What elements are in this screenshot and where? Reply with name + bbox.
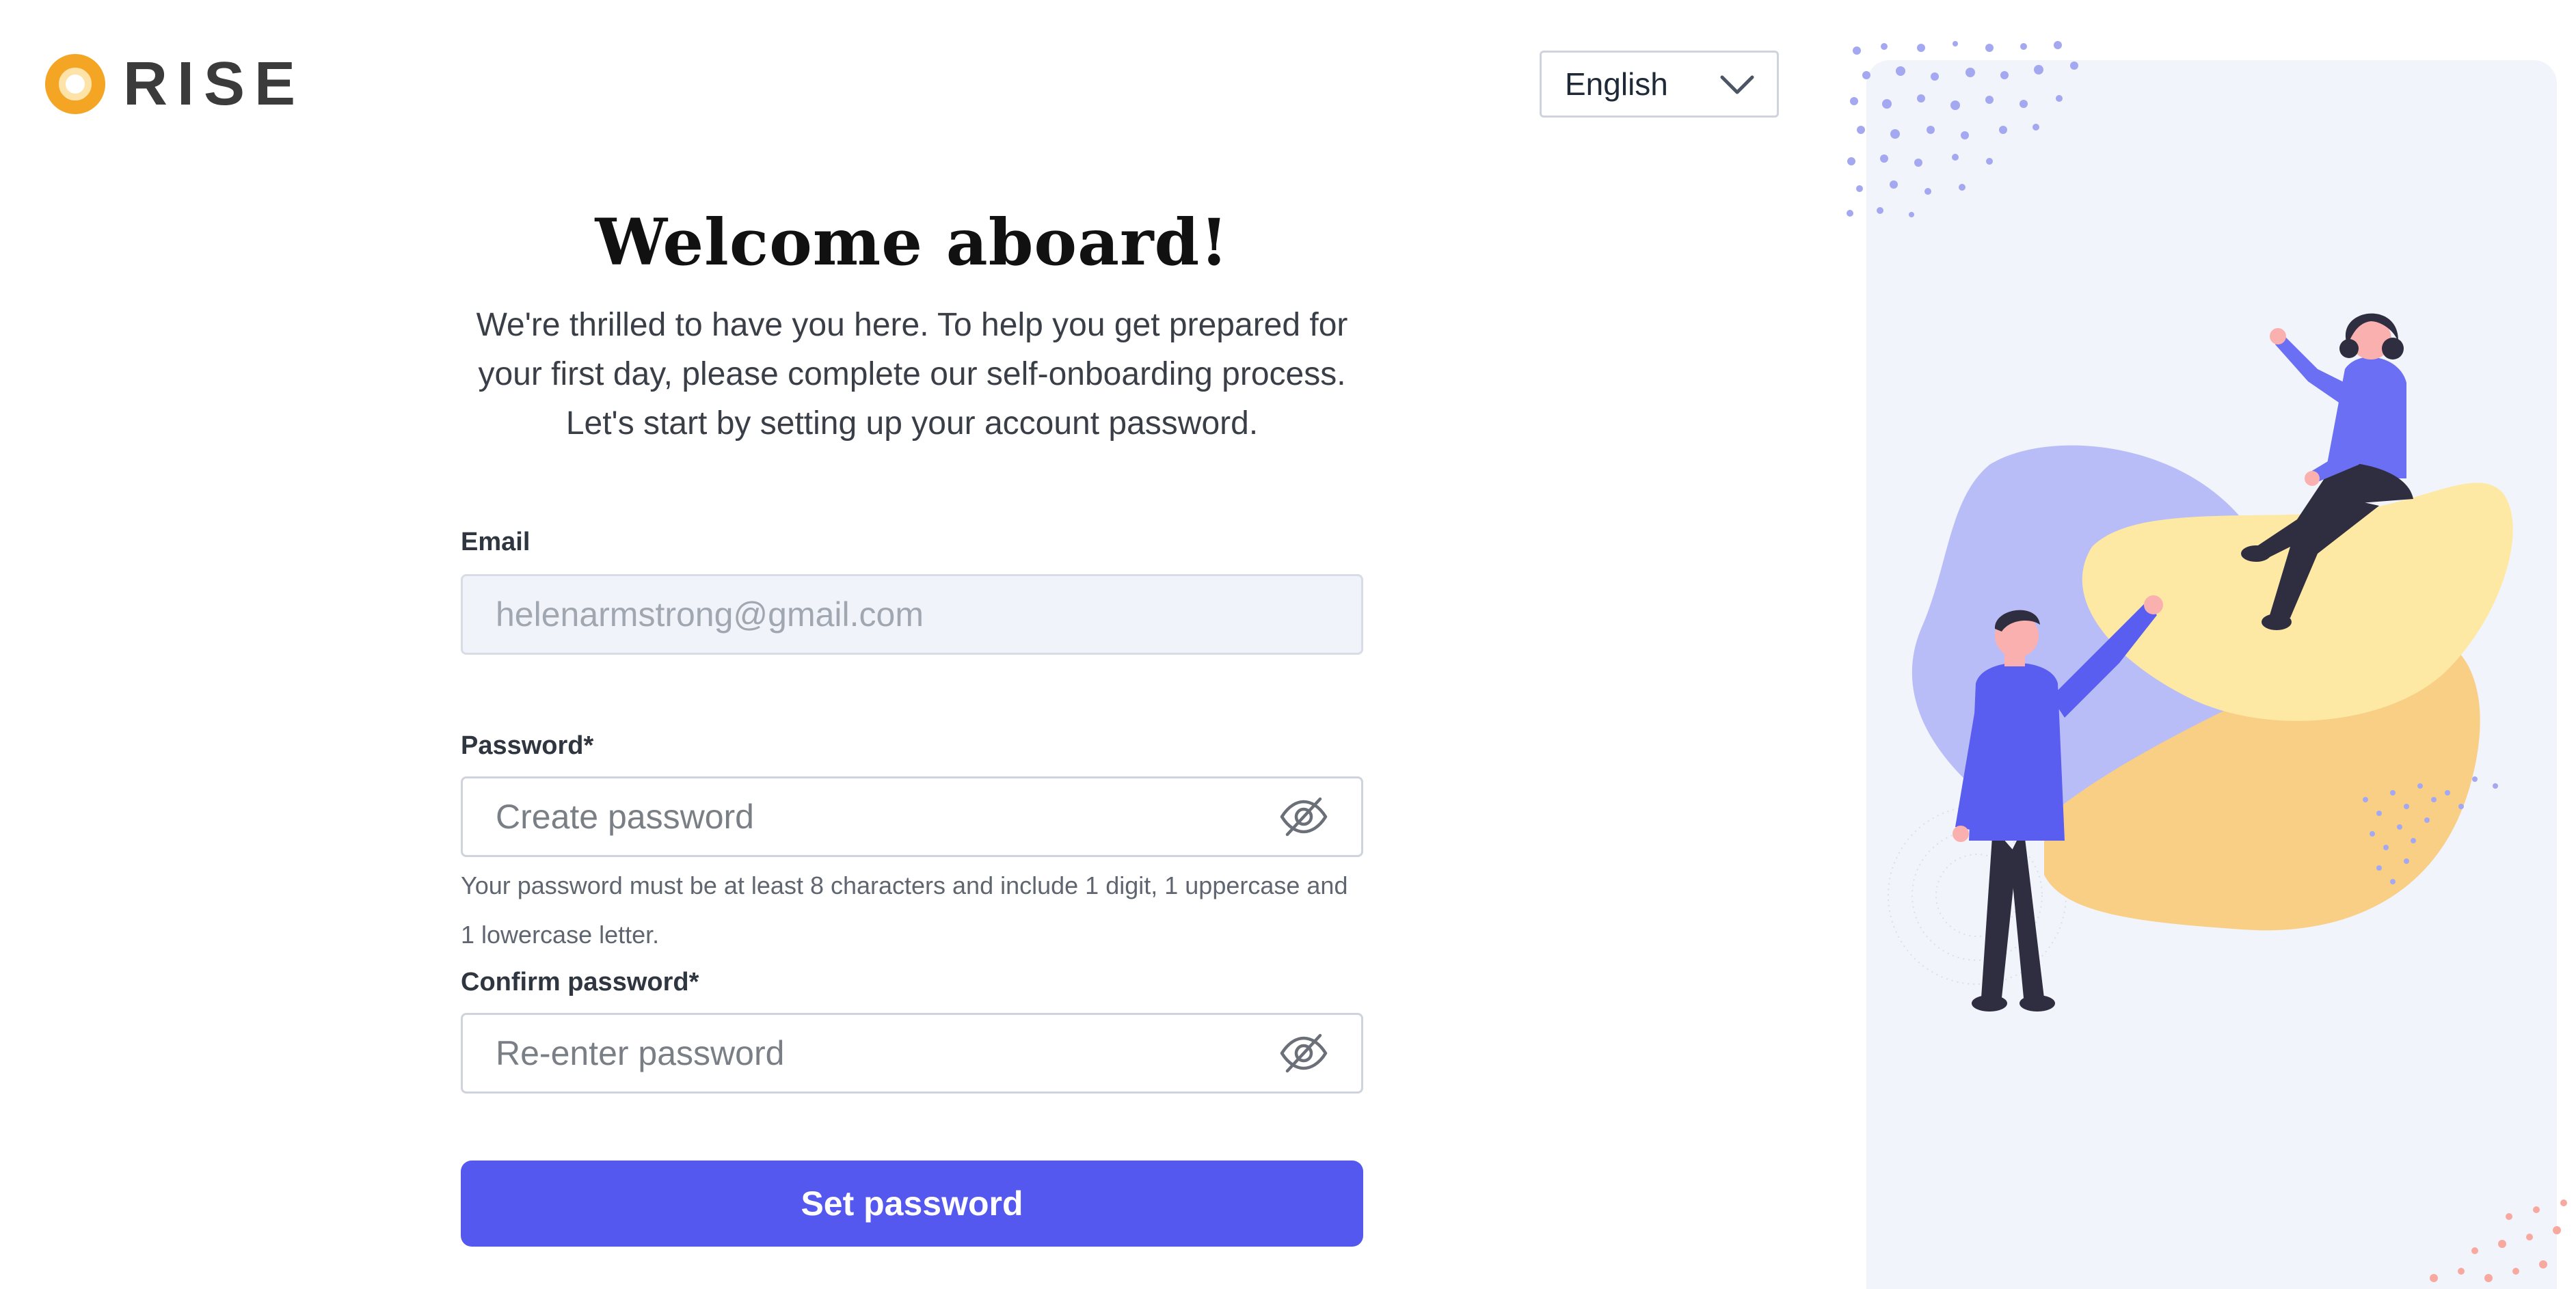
- language-select[interactable]: English: [1540, 51, 1779, 118]
- page-subtitle: We're thrilled to have you here. To help…: [476, 307, 1348, 442]
- confirm-password-label-text: Confirm password: [461, 968, 689, 996]
- email-input: [494, 576, 1330, 653]
- confirm-password-input[interactable]: [494, 1015, 1278, 1091]
- page: RISE English Welcome aboard! We're thril…: [0, 0, 2576, 1289]
- confirm-password-label: Confirm password*: [461, 968, 699, 997]
- email-label: Email: [461, 528, 531, 556]
- password-hint: Your password must be at least 8 charact…: [461, 871, 1348, 949]
- brand-logo: RISE: [45, 53, 305, 115]
- eye-off-icon[interactable]: [1278, 791, 1330, 843]
- password-label-text: Password: [461, 731, 584, 760]
- email-field: [461, 574, 1363, 655]
- logo-ring-icon: [45, 54, 105, 114]
- confirm-password-required-mark: *: [688, 968, 699, 996]
- language-selected-value: English: [1565, 66, 1668, 102]
- decorative-dots-bottom: [2430, 1199, 2567, 1282]
- password-input[interactable]: [494, 778, 1278, 855]
- chevron-down-icon: [1720, 75, 1754, 94]
- decorative-dots-top: [1847, 41, 2078, 217]
- onboarding-people-illustration: [1847, 41, 2567, 1282]
- password-required-mark: *: [583, 731, 594, 760]
- password-label: Password*: [461, 731, 593, 761]
- confirm-password-field[interactable]: [461, 1013, 1363, 1094]
- set-password-button[interactable]: Set password: [461, 1161, 1363, 1247]
- eye-off-icon[interactable]: [1278, 1027, 1330, 1079]
- page-title: Welcome aboard!: [595, 205, 1229, 280]
- brand-name: RISE: [123, 50, 306, 118]
- password-field[interactable]: [461, 776, 1363, 857]
